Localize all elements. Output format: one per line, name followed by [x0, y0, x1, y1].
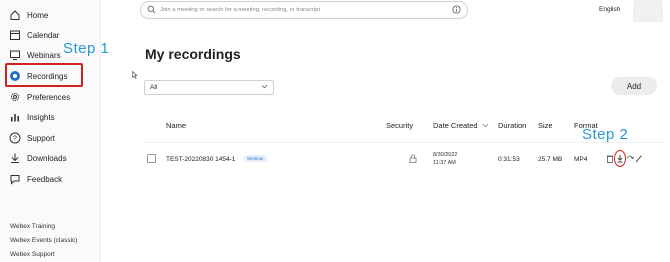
step2-annotation: Step 2 — [582, 126, 629, 143]
recording-time: 11:37 AM — [433, 160, 456, 166]
sidebar-item-calendar[interactable]: Calendar — [9, 26, 59, 44]
column-header-duration[interactable]: Duration — [498, 121, 526, 130]
page-title: My recordings — [145, 46, 241, 62]
chevron-down-icon — [261, 83, 268, 92]
webinar-badge: Webinar — [244, 155, 267, 162]
column-header-label: Date Created — [433, 121, 478, 130]
sidebar-item-label: Home — [27, 10, 49, 20]
footer-link-webex-support[interactable]: Webex Support — [10, 251, 55, 258]
language-selector[interactable]: English — [599, 6, 620, 13]
recording-size: 25.7 MB — [538, 156, 563, 163]
search-placeholder: Join a meeting or search for a meeting, … — [160, 7, 321, 13]
recordings-filter-dropdown[interactable]: All — [144, 80, 274, 95]
help-icon: ? — [9, 132, 21, 144]
feedback-icon — [9, 173, 21, 185]
insights-icon — [9, 111, 21, 123]
sidebar-item-insights[interactable]: Insights — [9, 108, 55, 126]
gear-icon — [9, 91, 21, 103]
step2-highlight-circle — [614, 150, 626, 167]
column-header-security[interactable]: Security — [386, 121, 413, 130]
sidebar-item-webinars[interactable]: Webinars — [9, 46, 61, 64]
trash-icon[interactable] — [606, 153, 614, 163]
filter-selected-value: All — [150, 84, 158, 91]
download-icon — [9, 152, 21, 164]
search-input[interactable]: Join a meeting or search for a meeting, … — [140, 1, 468, 19]
sidebar-item-home[interactable]: Home — [9, 6, 48, 24]
step1-annotation: Step 1 — [63, 40, 110, 57]
sidebar-item-support[interactable]: ? Support — [9, 129, 55, 147]
recording-date-cell: 8/30/2022 11:37 AM — [433, 151, 457, 167]
calendar-icon — [9, 29, 21, 41]
home-icon — [9, 9, 21, 21]
lock-icon — [409, 154, 417, 165]
avatar[interactable] — [633, 0, 663, 22]
row-checkbox[interactable] — [147, 154, 156, 163]
footer-link-webex-events[interactable]: Webex Events (classic) — [10, 237, 77, 244]
sidebar-item-label: Support — [27, 133, 56, 143]
sort-chevron-icon — [482, 123, 489, 128]
sidebar-item-feedback[interactable]: Feedback — [9, 170, 62, 188]
sidebar-item-downloads[interactable]: Downloads — [9, 149, 67, 167]
column-header-date-created[interactable]: Date Created — [433, 121, 489, 130]
sidebar-item-label: Insights — [27, 112, 55, 122]
svg-text:?: ? — [13, 136, 17, 143]
search-icon — [147, 1, 156, 19]
recording-date: 8/30/2022 — [433, 152, 458, 158]
add-button[interactable]: Add — [611, 77, 657, 95]
column-header-name[interactable]: Name — [166, 121, 186, 130]
mouse-cursor-icon — [132, 71, 138, 79]
column-header-size[interactable]: Size — [538, 121, 553, 130]
sidebar-item-label: Downloads — [27, 153, 67, 163]
info-icon[interactable] — [452, 1, 461, 19]
step1-highlight-box — [5, 63, 83, 87]
recording-name-link[interactable]: TEST-20220830 1454-1 — [166, 156, 235, 163]
sidebar-item-label: Calendar — [27, 30, 60, 40]
edit-icon[interactable] — [635, 153, 643, 163]
sidebar-item-label: Preferences — [27, 92, 71, 102]
sidebar-item-preferences[interactable]: Preferences — [9, 88, 70, 106]
sidebar-item-label: Feedback — [27, 174, 63, 184]
recording-duration: 0:31:53 — [498, 156, 520, 163]
footer-link-webex-training[interactable]: Webex Training — [10, 223, 55, 230]
sidebar-item-label: Webinars — [27, 50, 61, 60]
share-icon[interactable] — [626, 153, 634, 163]
recording-format: MP4 — [574, 156, 588, 163]
webinars-icon — [9, 49, 21, 61]
